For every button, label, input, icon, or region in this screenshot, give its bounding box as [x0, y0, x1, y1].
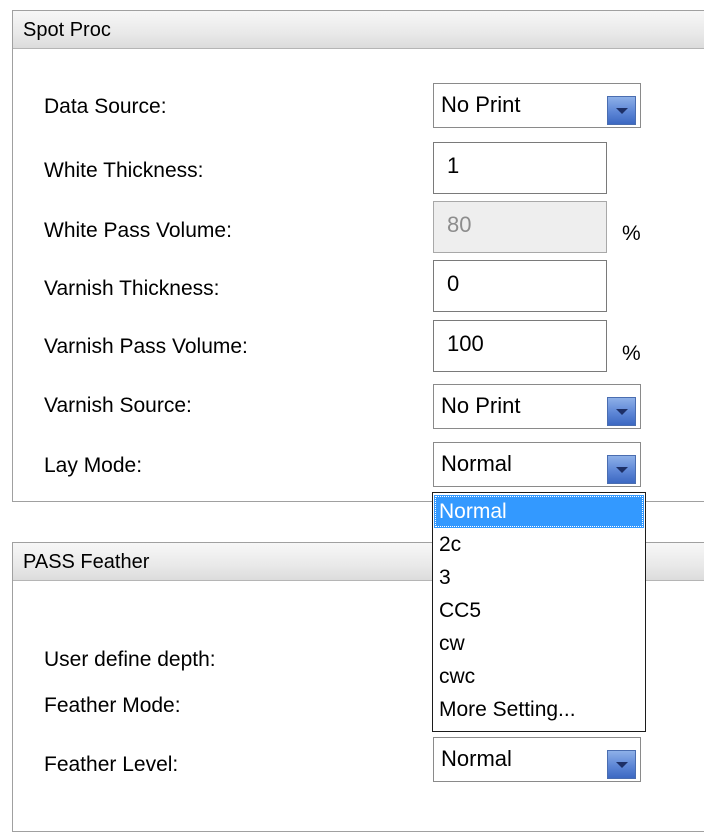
feather-level-select[interactable]: Normal: [433, 737, 641, 782]
chevron-down-icon[interactable]: [607, 750, 636, 779]
white-thickness-input[interactable]: 1: [433, 142, 607, 194]
varnish-thickness-value: 0: [447, 271, 460, 296]
chevron-down-icon[interactable]: [607, 455, 636, 484]
varnish-thickness-label: Varnish Thickness:: [44, 277, 220, 300]
lay-mode-option[interactable]: CC5: [434, 594, 644, 627]
white-thickness-label: White Thickness:: [44, 159, 204, 182]
lay-mode-option[interactable]: cw: [434, 627, 644, 660]
spot-proc-title: Spot Proc: [13, 11, 704, 49]
lay-mode-option[interactable]: 3: [434, 561, 644, 594]
varnish-pass-volume-value: 100: [447, 331, 484, 356]
feather-level-value: Normal: [441, 746, 512, 771]
varnish-source-select[interactable]: No Print: [433, 384, 641, 429]
varnish-pass-volume-input[interactable]: 100: [433, 320, 607, 372]
user-define-depth-label: User define depth:: [44, 648, 216, 671]
white-pass-volume-value: 80: [447, 212, 472, 237]
white-pass-volume-label: White Pass Volume:: [44, 219, 232, 242]
white-pass-volume-input: 80: [433, 201, 607, 253]
lay-mode-dropdown-list: Normal 2c 3 CC5 cw cwc More Setting...: [432, 492, 646, 732]
lay-mode-label: Lay Mode:: [44, 454, 143, 477]
lay-mode-option[interactable]: 2c: [434, 528, 644, 561]
chevron-down-icon[interactable]: [607, 397, 636, 426]
lay-mode-select[interactable]: Normal: [433, 442, 641, 487]
feather-mode-label: Feather Mode:: [44, 694, 181, 717]
feather-level-label: Feather Level:: [44, 753, 179, 776]
lay-mode-option[interactable]: cwc: [434, 660, 644, 693]
varnish-pass-volume-label: Varnish Pass Volume:: [44, 335, 248, 358]
varnish-source-label: Varnish Source:: [44, 394, 192, 417]
lay-mode-option[interactable]: Normal: [434, 495, 644, 528]
data-source-value: No Print: [441, 92, 521, 117]
data-source-label: Data Source:: [44, 95, 167, 118]
data-source-select[interactable]: No Print: [433, 83, 641, 128]
white-pass-volume-unit: %: [622, 222, 641, 245]
lay-mode-value: Normal: [441, 451, 512, 476]
varnish-pass-volume-unit: %: [622, 342, 641, 365]
chevron-down-icon[interactable]: [607, 96, 636, 125]
lay-mode-option[interactable]: More Setting...: [434, 693, 644, 726]
varnish-thickness-input[interactable]: 0: [433, 260, 607, 312]
white-thickness-value: 1: [447, 153, 460, 178]
varnish-source-value: No Print: [441, 393, 521, 418]
